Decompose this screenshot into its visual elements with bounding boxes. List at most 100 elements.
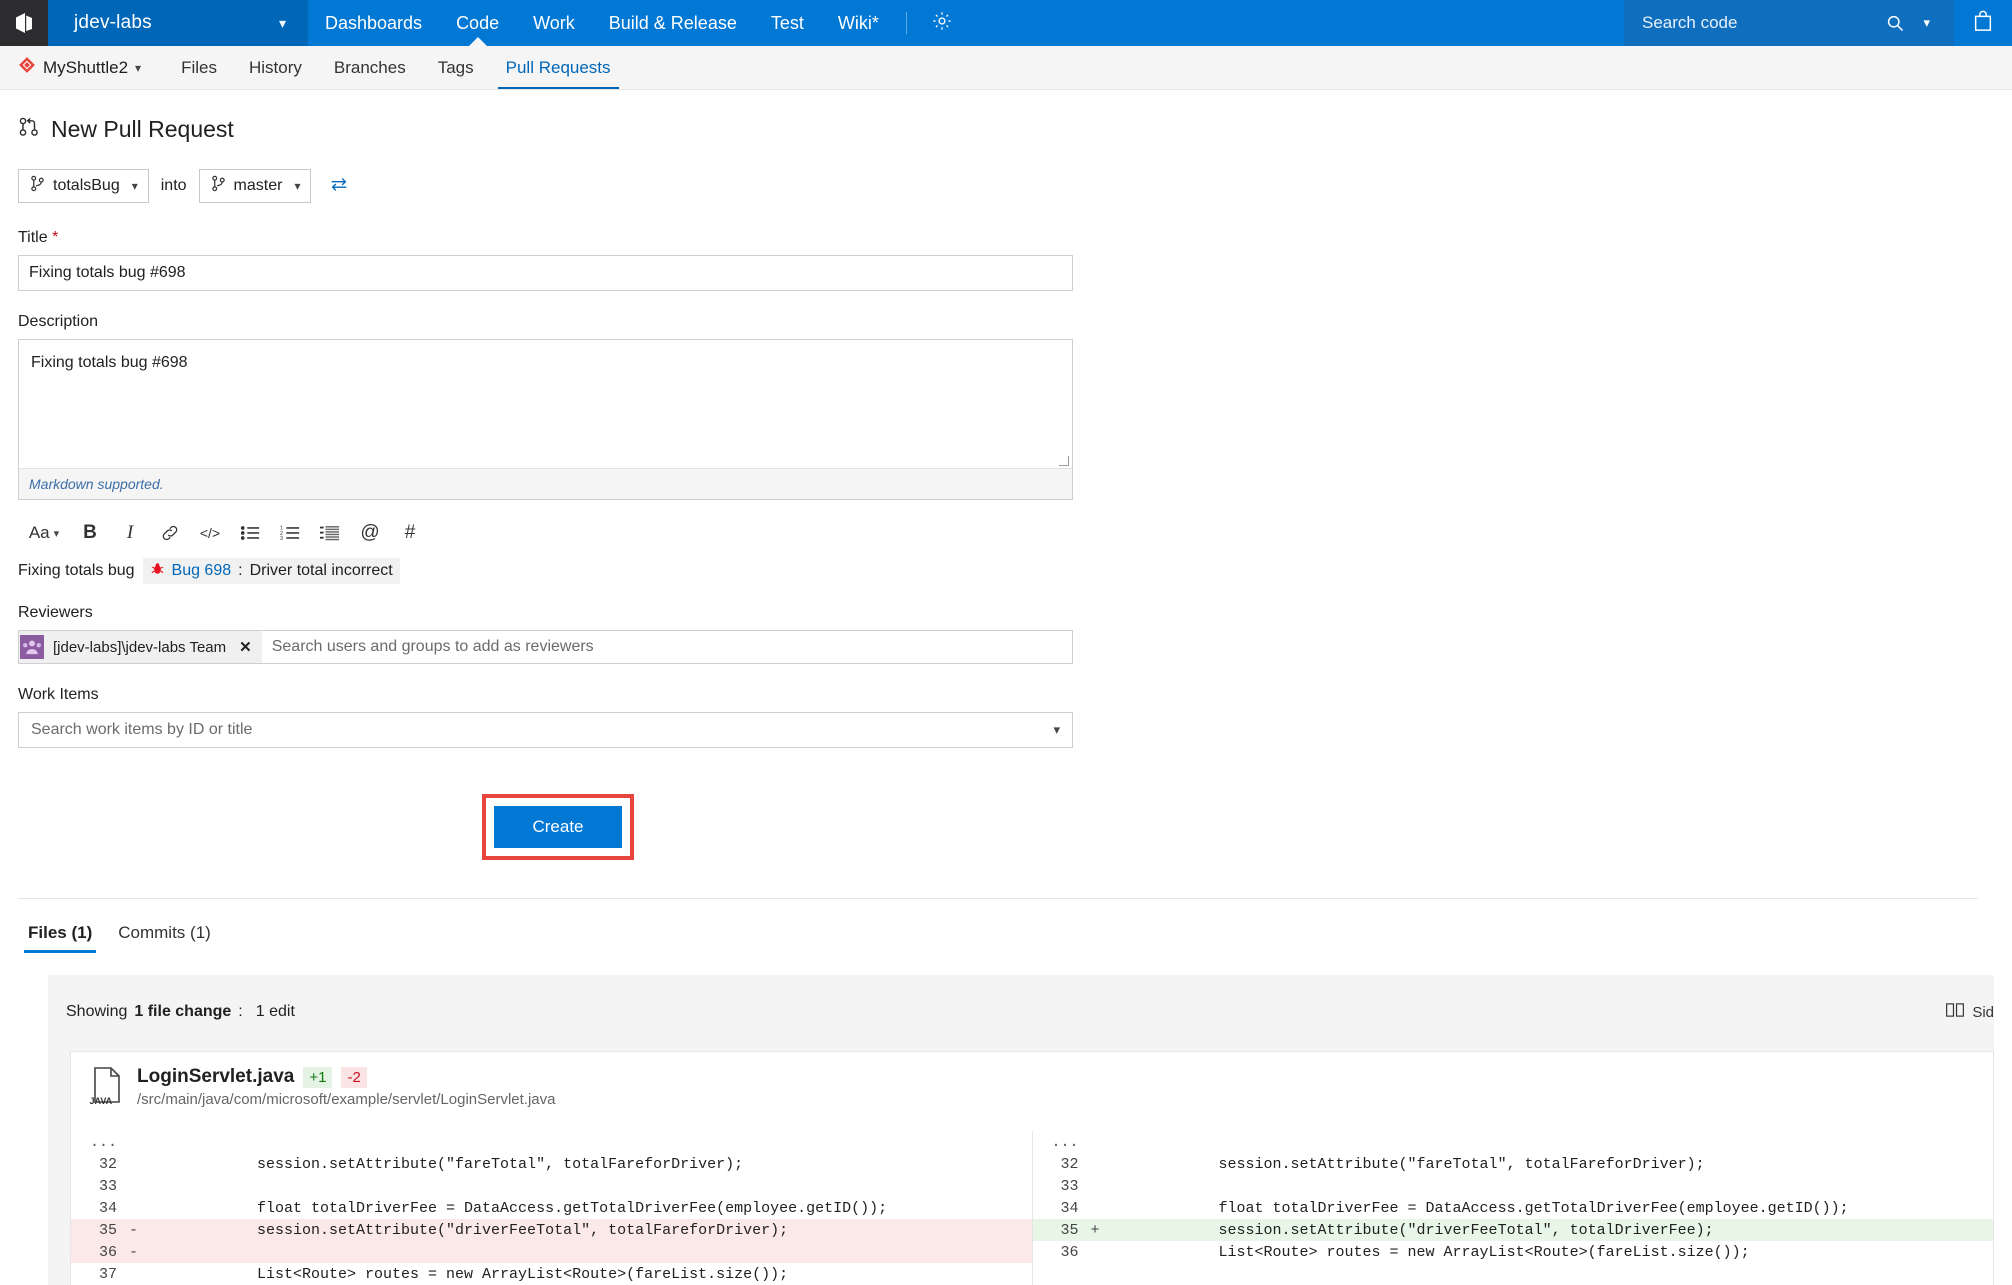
code-line: 34 float totalDriverFee = DataAccess.get… [71,1197,1032,1219]
close-x-icon[interactable]: ✕ [235,638,252,656]
subnav-item-pull-requests[interactable]: Pull Requests [490,46,627,89]
chevron-down-icon[interactable]: ▾ [1053,722,1060,738]
diff-ellipsis: ... [89,1133,117,1151]
azure-devops-logo-button[interactable] [0,0,48,46]
tab-files[interactable]: Files (1) [18,917,102,953]
mention-icon[interactable]: @ [350,518,390,548]
additions-badge: +1 [303,1066,333,1088]
code-line: 34 float totalDriverFee = DataAccess.get… [1033,1197,1994,1219]
linked-bug-suggestion: Fixing totals bug Bug 698: Driver total … [18,558,2012,584]
reviewers-input-wrapper[interactable]: [jdev-labs]\jdev-labs Team ✕ Search user… [18,630,1073,664]
diff-right-column: ... 32 session.setAttribute("fareTotal",… [1032,1131,1994,1285]
reviewers-search-input[interactable]: Search users and groups to add as review… [262,631,1072,663]
font-size-icon[interactable]: Aa ▾ [18,518,70,548]
source-branch-selector[interactable]: totalsBug ▾ [18,169,149,203]
bug-icon [150,561,165,581]
group-avatar-icon [20,635,44,659]
swap-branches-button[interactable] [323,175,355,198]
diff-file-name[interactable]: LoginServlet.java [137,1066,294,1088]
nav-item-dashboards[interactable]: Dashboards [308,0,439,46]
required-marker: * [52,229,59,246]
nav-item-code[interactable]: Code [439,0,516,46]
nav-item-work[interactable]: Work [516,0,592,46]
task-list-icon[interactable] [310,518,350,548]
line-sign: - [129,1243,139,1261]
settings-button[interactable] [917,0,967,46]
line-number: 36 [98,1243,117,1261]
bold-icon[interactable]: B [70,518,110,548]
pull-request-icon [18,116,40,143]
link-icon[interactable] [150,518,190,548]
java-file-icon: JAVA [89,1066,125,1111]
diff-panel: Showing 1 file change: 1 edit Sid JAVA L… [48,975,1994,1285]
line-number: 36 [1060,1243,1079,1261]
search-code-box[interactable]: Search code ▾ [1624,0,1954,46]
chevron-down-icon: ▾ [131,179,138,193]
code-line: 33 [1033,1175,1994,1197]
code-line-deleted: 35 - session.setAttribute("driverFeeTota… [71,1219,1032,1241]
target-branch-name: master [233,177,283,194]
line-code: session.setAttribute("driverFeeTotal", t… [1110,1221,1714,1239]
line-code: session.setAttribute("fareTotal", totalF… [149,1155,744,1173]
repository-name: MyShuttle2 [43,57,129,77]
marketplace-button[interactable] [1954,0,2012,46]
branch-icon [211,175,226,197]
italic-icon[interactable]: I [110,518,150,548]
work-item-link-icon[interactable]: # [390,518,430,548]
side-by-side-toggle[interactable]: Sid [1946,1003,1994,1021]
bullet-list-icon[interactable] [230,518,270,548]
line-code: session.setAttribute("driverFeeTotal", t… [149,1221,789,1239]
description-field-label: Description [18,313,99,330]
diff-file-path: /src/main/java/com/microsoft/example/ser… [137,1091,556,1108]
line-number: 37 [98,1265,117,1283]
bug-prefix-text: Fixing totals bug [18,562,135,579]
repository-selector[interactable]: MyShuttle2 ▾ [18,46,165,89]
search-scope-chevron-down-icon[interactable]: ▾ [1919,15,1940,31]
side-by-side-label: Sid [1972,1003,1994,1021]
work-items-input-wrapper[interactable]: Search work items by ID or title ▾ [18,712,1073,748]
subnav-item-files[interactable]: Files [165,46,233,89]
file-change-count: 1 file change [134,1003,232,1020]
code-line: 37 List<Route> routes = new ArrayList<Ro… [71,1263,1032,1285]
code-line: 36 List<Route> routes = new ArrayList<Ro… [1033,1241,1994,1263]
create-button[interactable]: Create [494,806,622,848]
nav-item-build-release[interactable]: Build & Release [592,0,754,46]
source-branch-name: totalsBug [53,177,120,194]
bug-id-link[interactable]: Bug 698 [172,562,232,580]
bug-reference-chip[interactable]: Bug 698: Driver total incorrect [142,558,400,584]
nav-item-wiki[interactable]: Wiki* [821,0,896,46]
subnav-item-branches[interactable]: Branches [318,46,422,89]
new-pull-request-page: New Pull Request totalsBug ▾ into master… [0,90,2012,899]
diff-ellipsis-row: ... [1033,1131,1994,1153]
search-input[interactable]: Search code [1642,13,1871,33]
subnav-item-tags[interactable]: Tags [422,46,490,89]
code-line-added: 35 + session.setAttribute("driverFeeTota… [1032,1219,1993,1241]
target-branch-selector[interactable]: master ▾ [198,169,312,203]
edit-summary: 1 edit [255,1003,295,1020]
tab-commits[interactable]: Commits (1) [108,917,221,953]
description-editor: Fixing totals bug #698 Markdown supporte… [18,339,1073,500]
numbered-list-icon[interactable]: 1 2 3 [270,518,310,548]
search-icon[interactable] [1879,13,1911,33]
showing-colon: : [238,1003,243,1020]
work-items-search-input[interactable]: Search work items by ID or title [31,721,1053,739]
top-navigation-bar: jdev-labs ▾ Dashboards Code Work Build &… [0,0,2012,46]
pr-title-input[interactable] [18,255,1073,291]
reviewer-chip[interactable]: [jdev-labs]\jdev-labs Team ✕ [19,631,262,663]
deletions-badge: -2 [341,1066,367,1088]
account-selector[interactable]: jdev-labs ▾ [48,0,308,46]
file-diff-card: JAVA LoginServlet.java +1 -2 /src/main/j… [70,1051,1994,1285]
font-size-label: Aa [28,523,50,542]
subnav-item-history[interactable]: History [233,46,318,89]
git-repository-icon [18,56,36,79]
side-by-side-icon [1946,1003,1965,1021]
work-items-field-label: Work Items [18,686,99,703]
pr-description-textarea[interactable]: Fixing totals bug #698 [19,340,1072,468]
title-label-text: Title [18,229,48,246]
bug-separator: : [238,562,243,579]
azure-devops-logo-icon [13,11,35,35]
nav-item-test[interactable]: Test [754,0,821,46]
line-code: List<Route> routes = new ArrayList<Route… [1110,1243,1750,1261]
code-icon[interactable]: </> [190,518,230,548]
chevron-down-icon: ▾ [135,60,142,75]
